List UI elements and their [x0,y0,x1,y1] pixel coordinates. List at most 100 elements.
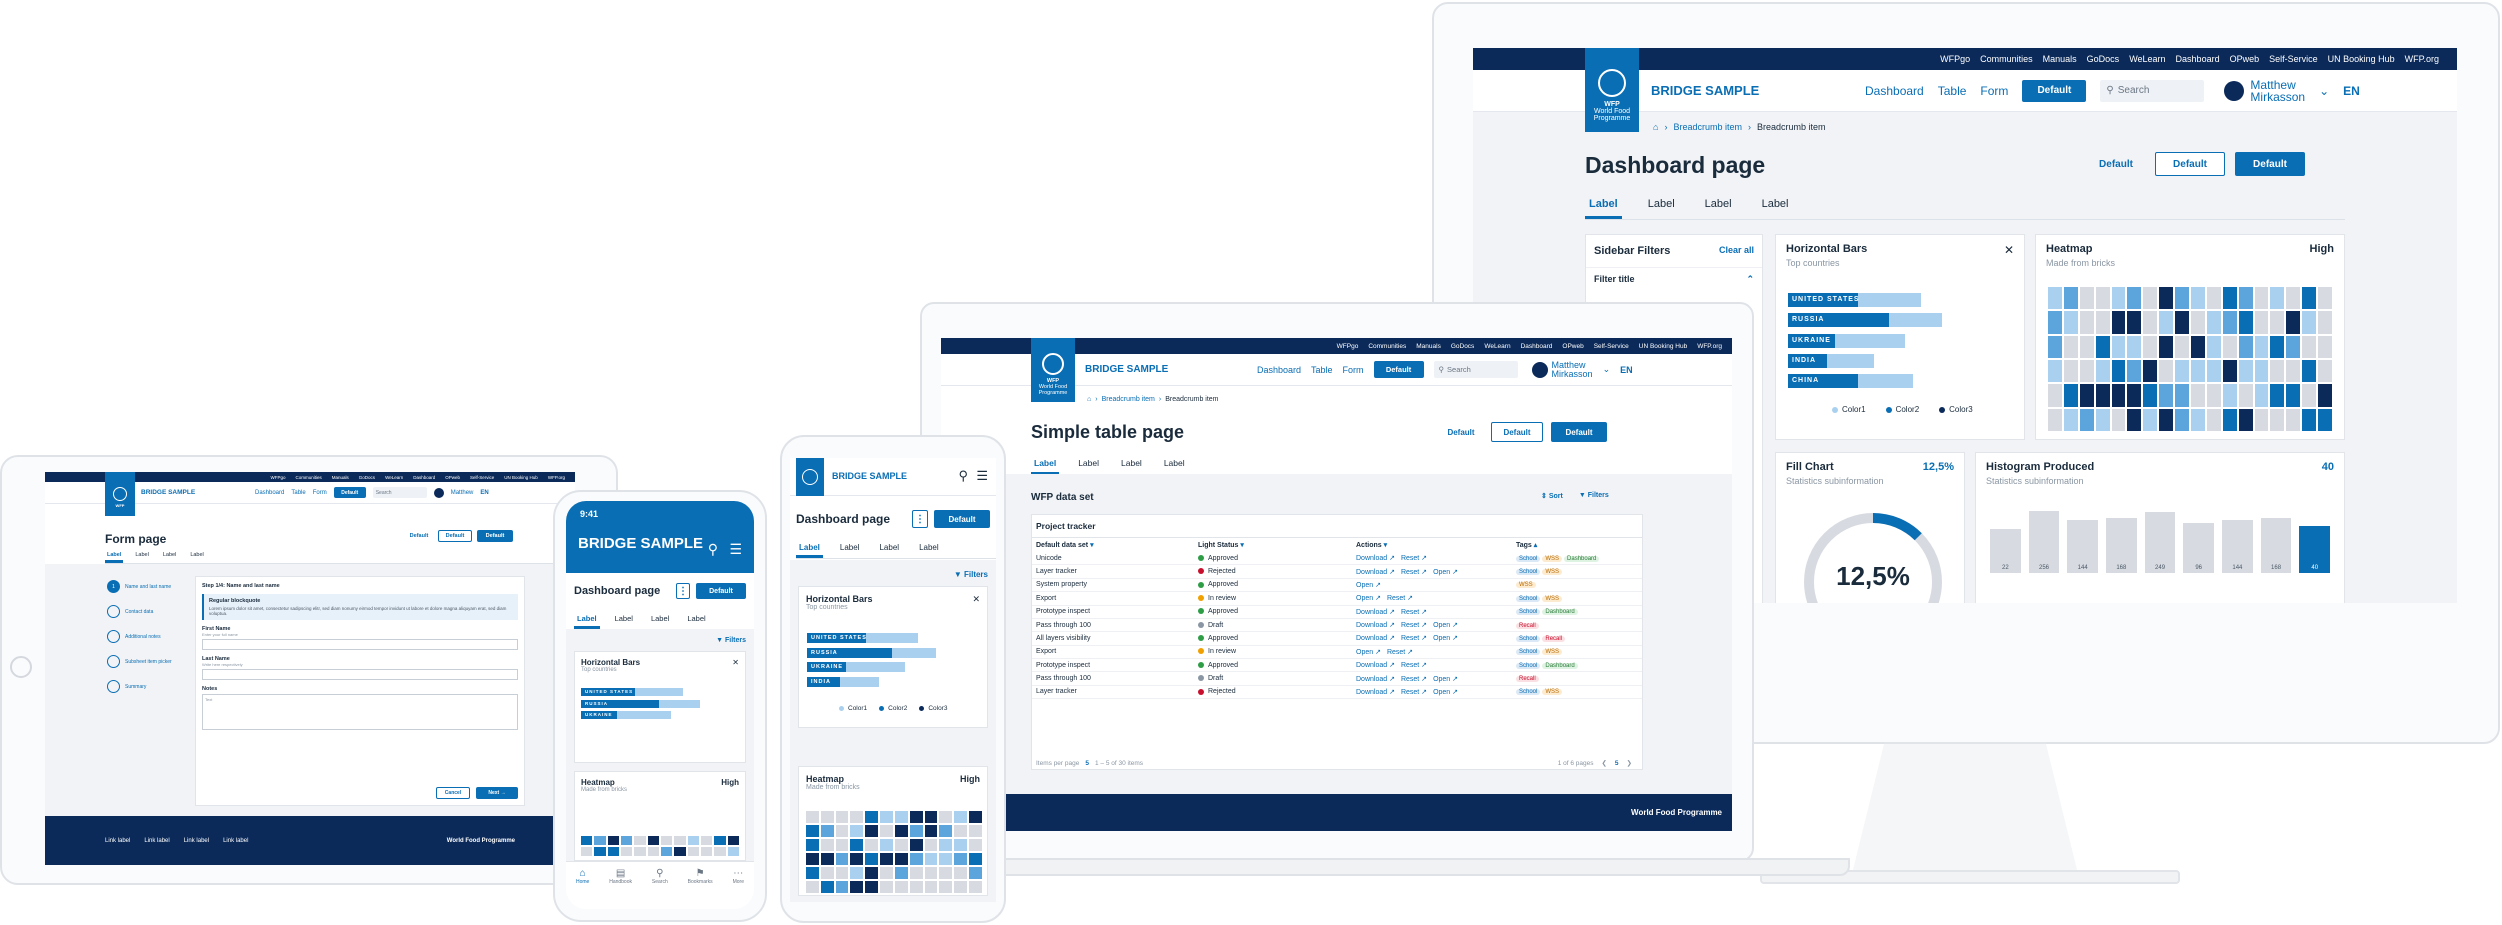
table-row[interactable]: Prototype inspect Approved Download ↗ Reset… [1032,658,1642,673]
user-first-name[interactable]: Matthew [2250,79,2305,91]
tab-label[interactable]: Label [684,611,708,629]
tab-label[interactable]: Label [133,550,150,563]
action-link[interactable]: Download ↗ [1356,569,1395,576]
home-icon[interactable]: ⌂ [1653,122,1658,132]
header-default-button[interactable]: Default [2022,79,2087,102]
tab-label[interactable]: Label [796,540,823,558]
action-link[interactable]: Reset ↗ [1387,595,1413,602]
table-row[interactable]: Export In review Open ↗ Reset ↗ School WSS [1032,591,1642,606]
action-link[interactable]: Reset ↗ [1401,676,1427,683]
tab-label[interactable]: Label [916,540,942,558]
user-last-name[interactable]: Mirkasson [1552,369,1593,379]
table-row[interactable]: Pass through 100 Draft Download ↗ Reset ↗ Op… [1032,671,1642,686]
tab-label[interactable]: Label [876,540,902,558]
chevron-up-icon[interactable]: ⌃ [1746,274,1754,285]
topnav-item[interactable]: Manuals [2043,54,2077,64]
nav-more[interactable]: ⋯ More [733,868,744,909]
brand-name[interactable]: BRIDGE SAMPLE [1651,83,1759,98]
outline-button[interactable]: Default [1491,422,1543,442]
primary-button[interactable]: Default [934,510,990,528]
next-button[interactable]: Next → [476,787,518,799]
language-selector[interactable]: EN [480,490,488,496]
primary-button[interactable]: Default [477,530,513,542]
wfp-logo[interactable]: WFP World Food Programme [1585,48,1639,132]
wfp-logo[interactable]: WFP [105,472,135,516]
brand-name[interactable]: BRIDGE SAMPLE [578,536,703,551]
tab-label[interactable]: Label [1118,454,1145,475]
topnav-item[interactable]: OPweb [445,475,460,480]
topnav-item[interactable]: Communities [296,475,322,480]
topnav-item[interactable]: Self-Service [1594,343,1629,350]
action-link[interactable]: Download ↗ [1356,609,1395,616]
home-icon[interactable]: ⌂ [1087,396,1091,403]
outline-button[interactable]: Default [438,530,472,542]
text-button[interactable]: Default [2087,152,2145,176]
topnav-item[interactable]: WFPgo [1337,343,1359,350]
filters-button[interactable]: ▼ Filters [1579,492,1609,500]
table-row[interactable]: Unicode Approved Download ↗ Reset ↗ School WS… [1032,552,1642,566]
topnav-item[interactable]: GoDocs [2087,54,2120,64]
topnav-item[interactable]: Dashboard [1521,343,1553,350]
topnav-item[interactable]: WFP.org [2405,54,2439,64]
nav-bookmarks[interactable]: ⚑ Bookmarks [688,868,713,909]
tab-label[interactable]: Label [1758,192,1793,219]
topnav-item[interactable]: GoDocs [1451,343,1474,350]
action-link[interactable]: Download ↗ [1356,689,1395,696]
step-item[interactable]: Additional notes [107,630,172,643]
wfp-logo[interactable] [796,458,824,496]
column-header[interactable]: Default data set ▾ [1032,538,1194,552]
wfp-logo[interactable]: WFP World Food Programme [1031,338,1075,402]
topnav-item[interactable]: UN Booking Hub [2328,54,2395,64]
tab-label[interactable]: Label [1161,454,1188,475]
chevron-right-icon[interactable]: ❯ [1627,759,1632,767]
primary-button[interactable]: Default [1551,422,1607,442]
topnav-item[interactable]: WFPgo [271,475,286,480]
topnav-item[interactable]: Self-Service [470,475,494,480]
topnav-item[interactable]: WFP.org [1697,343,1722,350]
language-selector[interactable]: EN [1620,365,1633,375]
action-link[interactable]: Reset ↗ [1401,569,1427,576]
user-last-name[interactable]: Mirkasson [2250,91,2305,103]
per-page-select[interactable]: 5 [1085,760,1089,767]
menu-icon[interactable]: ☰ [729,541,742,558]
topnav-item[interactable]: Manuals [1416,343,1441,350]
nav-form[interactable]: Form [1343,365,1364,375]
filters-button[interactable]: ▼ Filters [954,570,988,579]
avatar[interactable] [1531,361,1548,378]
nav-dashboard[interactable]: Dashboard [1257,365,1301,375]
tab-label[interactable]: Label [574,611,600,629]
page-select[interactable]: 5 [1615,760,1619,767]
topnav-item[interactable]: Self-Service [2269,54,2318,64]
action-link[interactable]: Open ↗ [1356,595,1381,602]
topnav-item[interactable]: WFP.org [548,475,565,480]
step-item[interactable]: Contact data [107,605,172,618]
action-link[interactable]: Download ↗ [1356,635,1395,642]
topnav-item[interactable]: WeLearn [1484,343,1510,350]
sort-button[interactable]: ⇕ Sort [1541,492,1563,500]
nav-table[interactable]: Table [1311,365,1333,375]
action-link[interactable]: Open ↗ [1433,622,1458,629]
nav-dashboard[interactable]: Dashboard [1865,84,1924,98]
action-link[interactable]: Open ↗ [1433,689,1458,696]
clear-all-button[interactable]: Clear all [1719,245,1754,257]
tab-label[interactable]: Label [105,550,124,563]
more-button[interactable]: ⋮ [676,583,690,599]
nav-home[interactable]: ⌂ Home [576,868,589,909]
table-row[interactable]: Export In review Open ↗ Reset ↗ School WSS [1032,645,1642,660]
footer-link[interactable]: Link label [184,838,209,844]
search-icon[interactable]: ⚲ [708,541,718,558]
footer-link[interactable]: Link label [223,838,248,844]
chevron-down-icon[interactable]: ⌄ [1603,364,1611,375]
topnav-item[interactable]: Dashboard [2176,54,2220,64]
action-link[interactable]: Open ↗ [1433,676,1458,683]
primary-button[interactable]: Default [2235,152,2305,176]
action-link[interactable]: Open ↗ [1433,569,1458,576]
action-link[interactable]: Reset ↗ [1401,662,1427,669]
step-item[interactable]: Summary [107,680,172,693]
topnav-item[interactable]: Communities [1980,54,2033,64]
table-row[interactable]: Layer tracker Rejected Download ↗ Reset ↗ Op… [1032,685,1642,700]
nav-dashboard[interactable]: Dashboard [255,490,284,496]
column-header[interactable]: Actions ▾ [1352,538,1512,552]
chevron-left-icon[interactable]: ❮ [1601,759,1606,767]
menu-icon[interactable]: ☰ [976,468,988,484]
